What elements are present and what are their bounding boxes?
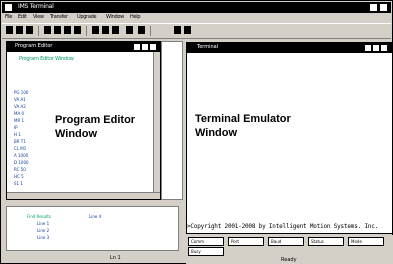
editor-close-icon[interactable] bbox=[150, 44, 156, 50]
toolbar-separator bbox=[86, 26, 87, 36]
status-panel: Port bbox=[228, 237, 264, 246]
copyright-line: >Copyright 2001-2008 by Intelligent Moti… bbox=[187, 223, 379, 230]
editor-label-line2: Window bbox=[55, 128, 98, 140]
toolbar-separator bbox=[150, 26, 151, 36]
app-title: IMS Terminal bbox=[18, 3, 54, 10]
save-icon[interactable] bbox=[26, 26, 33, 34]
side-panel bbox=[161, 41, 183, 200]
app-window: IMS Terminal File Edit View Transfer Upg… bbox=[0, 0, 393, 264]
terminal-status-bar: Comm Port Baud Status Mode Busy Ready bbox=[186, 235, 393, 264]
settings-icon[interactable] bbox=[184, 26, 191, 34]
code-line[interactable]: RC 50 bbox=[14, 167, 26, 172]
code-line[interactable]: CL M1 bbox=[14, 146, 26, 151]
terminal-minimize-icon[interactable] bbox=[365, 45, 371, 51]
editor-titlebar[interactable]: Program Editor bbox=[7, 42, 160, 52]
minimize-icon[interactable] bbox=[370, 4, 377, 11]
paste-icon[interactable] bbox=[64, 26, 71, 34]
status-panel: Busy bbox=[188, 247, 224, 256]
terminal-titlebar[interactable]: Terminal bbox=[187, 43, 392, 53]
connect-icon[interactable] bbox=[112, 26, 119, 34]
status-panel: Baud bbox=[268, 237, 304, 246]
code-line[interactable]: PG 100 bbox=[14, 90, 28, 95]
copy-icon[interactable] bbox=[54, 26, 61, 34]
code-line[interactable]: BR T1 bbox=[14, 139, 26, 144]
list-item[interactable]: Line 3 bbox=[37, 235, 49, 240]
code-line[interactable]: MA 0 bbox=[14, 111, 24, 116]
code-line[interactable]: IP bbox=[14, 125, 18, 130]
status-strip-left: Ln 1 bbox=[6, 254, 184, 263]
find-icon[interactable] bbox=[74, 26, 81, 34]
code-line[interactable]: A 1000 bbox=[14, 153, 28, 158]
status-text-left: Ln 1 bbox=[110, 255, 121, 261]
menu-file[interactable]: File bbox=[5, 14, 12, 20]
menu-bar: File Edit View Transfer Upgrade Window H… bbox=[2, 13, 391, 23]
status-panel: Comm bbox=[188, 237, 224, 246]
status-panel: Status bbox=[308, 237, 344, 246]
list-item[interactable]: Line 4 bbox=[89, 214, 101, 219]
menu-transfer[interactable]: Transfer bbox=[50, 14, 68, 20]
status-panel: Mode bbox=[348, 237, 384, 246]
terminal-label-line1: Terminal Emulator bbox=[195, 113, 291, 125]
run-icon[interactable] bbox=[126, 26, 133, 34]
editor-title: Program Editor bbox=[15, 43, 53, 49]
terminal-maximize-icon[interactable] bbox=[373, 45, 379, 51]
editor-header: Program Editor Window bbox=[19, 56, 74, 62]
terminal-emulator-window[interactable]: Terminal Terminal Emulator Window >Copyr… bbox=[186, 42, 393, 234]
list-item[interactable]: Line 1 bbox=[37, 221, 49, 226]
toolbar bbox=[2, 23, 391, 39]
open-icon[interactable] bbox=[16, 26, 23, 34]
terminal-close-icon[interactable] bbox=[381, 45, 387, 51]
editor-maximize-icon[interactable] bbox=[142, 44, 148, 50]
editor-vertical-scrollbar[interactable] bbox=[153, 52, 160, 193]
editor-minimize-icon[interactable] bbox=[134, 44, 140, 50]
program-editor-window: Program Editor Program Editor Window PG … bbox=[6, 41, 161, 200]
list-item[interactable]: Line 2 bbox=[37, 228, 49, 233]
code-line[interactable]: MR 1 bbox=[14, 118, 24, 123]
menu-edit[interactable]: Edit bbox=[18, 14, 27, 20]
upload-icon[interactable] bbox=[102, 26, 109, 34]
code-line[interactable]: H 1 bbox=[14, 132, 21, 137]
app-icon bbox=[5, 4, 12, 11]
toolbar-separator bbox=[38, 26, 39, 36]
terminal-label-line2: Window bbox=[195, 127, 238, 139]
editor-window-label: Program Editor Window bbox=[55, 113, 135, 141]
status-bottom-text: Ready bbox=[281, 257, 297, 263]
editor-label-line1: Program Editor bbox=[55, 114, 136, 126]
code-line[interactable]: D 1000 bbox=[14, 160, 29, 165]
terminal-title: Terminal bbox=[197, 44, 219, 50]
bottom-pane: Find Results Line 1 Line 2 Line 3 Line 4 bbox=[6, 206, 179, 251]
bottom-pane-title: Find Results bbox=[27, 214, 51, 219]
new-icon[interactable] bbox=[6, 26, 13, 34]
menu-upgrade[interactable]: Upgrade bbox=[77, 14, 97, 20]
menu-help[interactable]: Help bbox=[130, 14, 141, 20]
menu-view[interactable]: View bbox=[33, 14, 44, 20]
terminal-icon[interactable] bbox=[174, 26, 181, 34]
code-line[interactable]: VA A2 bbox=[14, 104, 26, 109]
stop-icon[interactable] bbox=[138, 26, 145, 34]
menu-window[interactable]: Window bbox=[106, 14, 124, 20]
download-icon[interactable] bbox=[92, 26, 99, 34]
close-icon[interactable] bbox=[380, 4, 387, 11]
editor-horizontal-scrollbar[interactable] bbox=[7, 192, 160, 199]
code-line[interactable]: S1 1 bbox=[14, 181, 23, 186]
code-line[interactable]: VA A1 bbox=[14, 97, 26, 102]
code-line[interactable]: HC 5 bbox=[14, 174, 24, 179]
title-bar[interactable]: IMS Terminal bbox=[2, 2, 391, 13]
terminal-window-label: Terminal Emulator Window bbox=[195, 112, 291, 140]
cut-icon[interactable] bbox=[44, 26, 51, 34]
